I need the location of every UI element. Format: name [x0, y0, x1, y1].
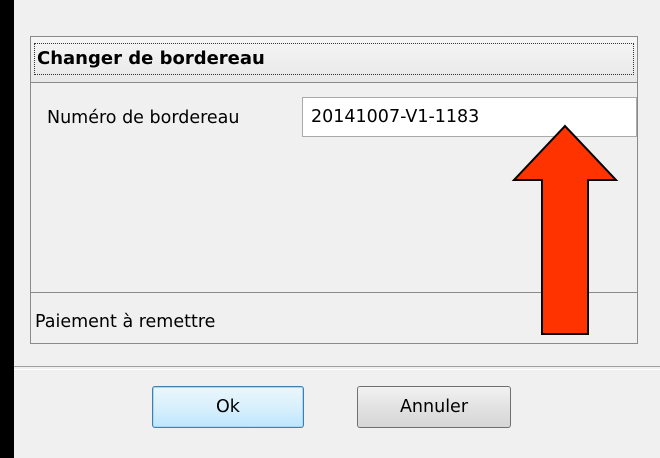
bordereau-number-label: Numéro de bordereau	[47, 108, 240, 128]
panel-title: Changer de bordereau	[34, 43, 634, 75]
separator-line	[14, 366, 660, 370]
up-arrow-icon	[511, 124, 619, 335]
cancel-button[interactable]: Annuler	[357, 386, 511, 428]
ok-button[interactable]: Ok	[152, 386, 304, 428]
panel-title-bar: Changer de bordereau	[31, 37, 637, 83]
status-text: Paiement à remettre	[35, 312, 216, 332]
up-arrow-shape	[511, 124, 619, 335]
